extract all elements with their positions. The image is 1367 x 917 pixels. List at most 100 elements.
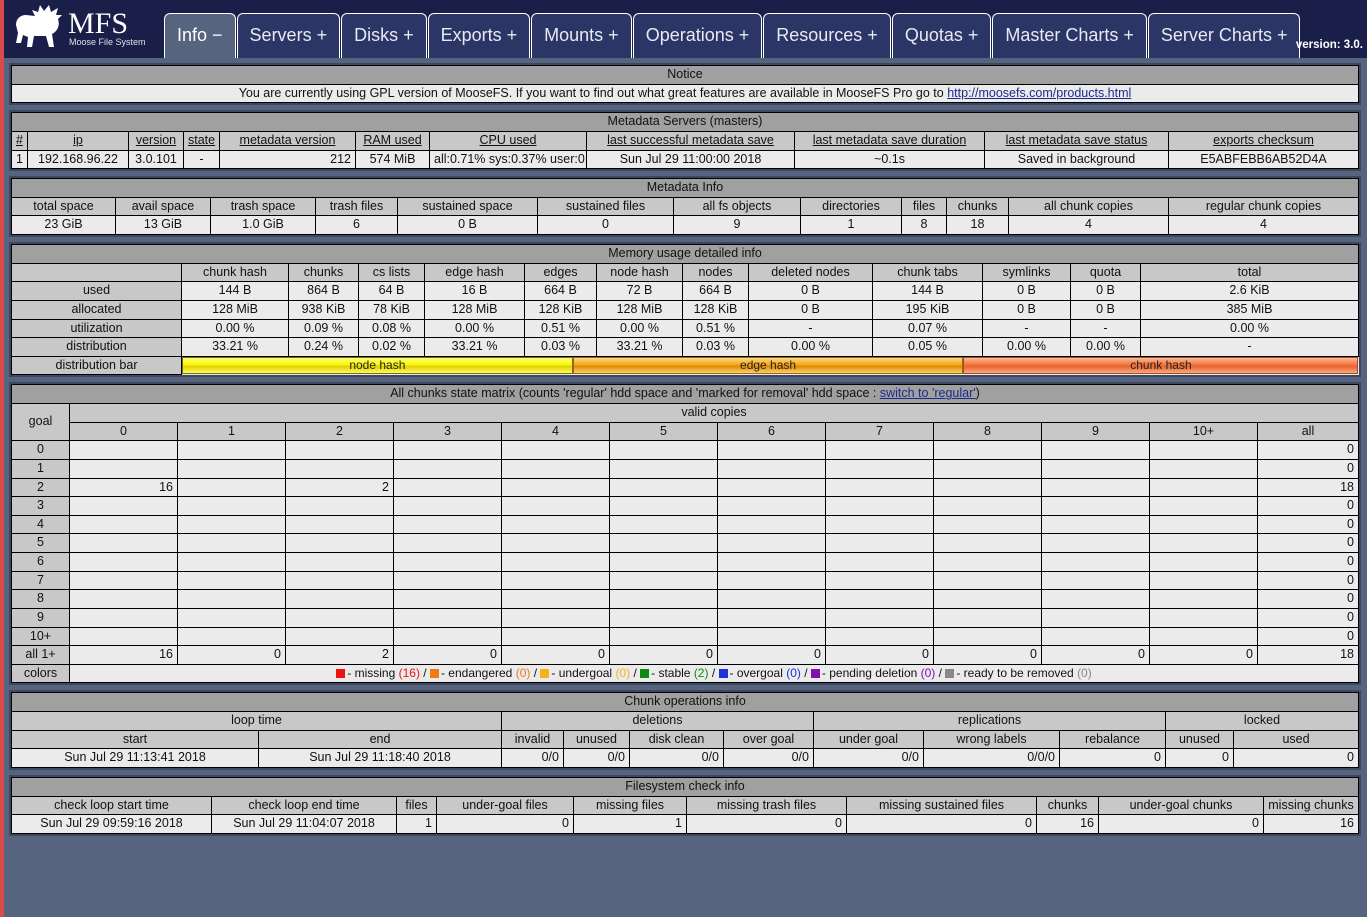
matrix-cell-g3-c8	[933, 496, 1042, 516]
matrix-cell-g4-c10	[1149, 514, 1258, 535]
matrix-cell-gall1-c9: 0	[1041, 645, 1150, 665]
matrix-cell-g5-c5	[609, 533, 718, 553]
col-state[interactable]: state	[183, 130, 220, 151]
cell-under-goal-chunks: 0	[1098, 814, 1264, 834]
matrix-cell-g9-c5	[609, 607, 718, 628]
table-row: 1 192.168.96.22 3.0.101 - 212 574 MiB al…	[11, 149, 1359, 170]
col-copies-4: 4	[501, 421, 610, 442]
matrix-cell-g10-c0	[69, 626, 178, 647]
cell-util-8: 0.07 %	[872, 318, 983, 339]
matrix-cell-g2-c2: 2	[285, 477, 394, 498]
col-files: files	[901, 196, 947, 217]
ops-group-header-row: loop time deletions replications locked	[11, 711, 1359, 731]
legend-count-stable: (2)	[693, 666, 709, 681]
legend-count-pending-deletion: (0)	[920, 666, 936, 681]
cell-directories: 1	[800, 215, 902, 235]
tab-exports[interactable]: Exports +	[427, 13, 531, 58]
moosefs-products-link[interactable]: http://moosefs.com/products.html	[947, 86, 1131, 100]
matrix-cell-g9-c4	[501, 607, 610, 628]
matrix-group-header-row: goal valid copies	[11, 402, 1359, 442]
matrix-cell-g4-c2	[285, 514, 394, 535]
cell-used-11: 2.6 KiB	[1140, 281, 1359, 301]
table-header-row: # ip version state metadata version RAM …	[11, 130, 1359, 151]
col-exports-checksum[interactable]: exports checksum	[1168, 130, 1359, 151]
cell-sustained-files: 0	[537, 215, 674, 235]
matrix-cell-g1-c3	[393, 458, 502, 479]
matrix-cell-g10-c1	[177, 626, 286, 647]
rowlabel-distribution: distribution	[11, 337, 182, 357]
tab-disks[interactable]: Disks +	[341, 13, 427, 58]
cell-ip: 192.168.96.22	[27, 149, 129, 170]
matrix-cell-g8-c7	[825, 589, 934, 609]
col-chunk-hash: chunk hash	[181, 262, 289, 283]
legend-count-missing: (16)	[398, 666, 420, 681]
cell-check-files: 1	[396, 814, 437, 834]
col-trash-files: trash files	[315, 196, 398, 217]
matrix-cell-g6-c1	[177, 552, 286, 572]
col-chunk-tabs: chunk tabs	[872, 262, 983, 283]
table-row: 23 GiB 13 GiB 1.0 GiB 6 0 B 0 9 1 8 18 4…	[11, 215, 1359, 235]
matrix-cell-g0-c8	[933, 440, 1042, 460]
tab-mounts[interactable]: Mounts +	[531, 13, 632, 58]
col-last-save[interactable]: last successful metadata save	[586, 130, 795, 151]
matrix-cell-g9-c6	[717, 607, 826, 628]
tab-servers[interactable]: Servers +	[236, 13, 341, 58]
col-ip[interactable]: ip	[27, 130, 129, 151]
col-save-status[interactable]: last metadata save status	[984, 130, 1169, 151]
tab-server-charts[interactable]: Server Charts +	[1147, 13, 1301, 58]
legend-swatch-endangered-icon	[429, 669, 439, 679]
cell-util-2: 0.08 %	[358, 318, 425, 339]
cell-save-status: Saved in background	[984, 149, 1169, 170]
cell-util-7: -	[748, 318, 873, 339]
matrix-row: 10	[11, 458, 1359, 479]
matrix-cell-g2-c1	[177, 477, 286, 498]
legend-count-endangered: (0)	[515, 666, 531, 681]
matrix-cell-g0-c4	[501, 440, 610, 460]
matrix-row: 30	[11, 496, 1359, 516]
col-copies-10p: 10+	[1149, 421, 1258, 442]
matrix-cell-g6-c10	[1149, 552, 1258, 572]
col-ram-used[interactable]: RAM used	[355, 130, 430, 151]
cell-util-0: 0.00 %	[181, 318, 289, 339]
switch-to-regular-link[interactable]: switch to 'regular'	[880, 386, 976, 400]
tab-operations[interactable]: Operations +	[632, 13, 763, 58]
cell-dist-6: 0.03 %	[682, 337, 749, 357]
col-copies-8: 8	[933, 421, 1042, 442]
cell-dist-0: 33.21 %	[181, 337, 289, 357]
matrix-row: 50	[11, 533, 1359, 553]
matrix-cell-g3-c3	[393, 496, 502, 516]
cell-util-6: 0.51 %	[682, 318, 749, 339]
nav-tab-list: Info − Servers + Disks + Exports + Mount…	[164, 0, 1301, 58]
cell-ops-over-goal: 0/0	[723, 748, 814, 768]
col-trash-space: trash space	[210, 196, 316, 217]
tab-info[interactable]: Info −	[164, 13, 236, 58]
matrix-cell-g2-c6	[717, 477, 826, 498]
matrix-cell-g6-c2	[285, 552, 394, 572]
cell-util-9: -	[982, 318, 1071, 339]
col-version[interactable]: version	[128, 130, 184, 151]
mfs-logo[interactable]: MFS Moose File System	[4, 0, 164, 58]
col-metadata-version[interactable]: metadata version	[219, 130, 356, 151]
matrix-cell-g0-c1	[177, 440, 286, 460]
col-chunks: chunks	[946, 196, 1009, 217]
notice-text: You are currently using GPL version of M…	[238, 85, 948, 100]
cell-util-10: -	[1070, 318, 1141, 339]
legend-label-stable: - stable	[651, 666, 694, 681]
matrix-cell-g6-c3	[393, 552, 502, 572]
matrix-cell-g3-c0	[69, 496, 178, 516]
cell-used-9: 0 B	[982, 281, 1071, 301]
matrix-cell-g5-c1	[177, 533, 286, 553]
col-chunks: chunks	[288, 262, 359, 283]
tab-resources[interactable]: Resources +	[763, 13, 891, 58]
chunk-color-legend: - missing (16) / - endangered (0) / - un…	[69, 663, 1359, 684]
col-save-duration[interactable]: last metadata save duration	[794, 130, 985, 151]
tab-quotas[interactable]: Quotas +	[891, 13, 992, 58]
matrix-cell-g10-c11: 0	[1257, 626, 1359, 647]
col-cpu-used[interactable]: CPU used	[429, 130, 587, 151]
col-copies-all: all	[1257, 421, 1359, 442]
cell-dist-11: -	[1140, 337, 1359, 357]
matrix-cell-g7-c11: 0	[1257, 570, 1359, 591]
matrix-cell-g3-c2	[285, 496, 394, 516]
legend-label-pending-deletion: - pending deletion	[821, 666, 921, 681]
tab-master-charts[interactable]: Master Charts +	[992, 13, 1147, 58]
